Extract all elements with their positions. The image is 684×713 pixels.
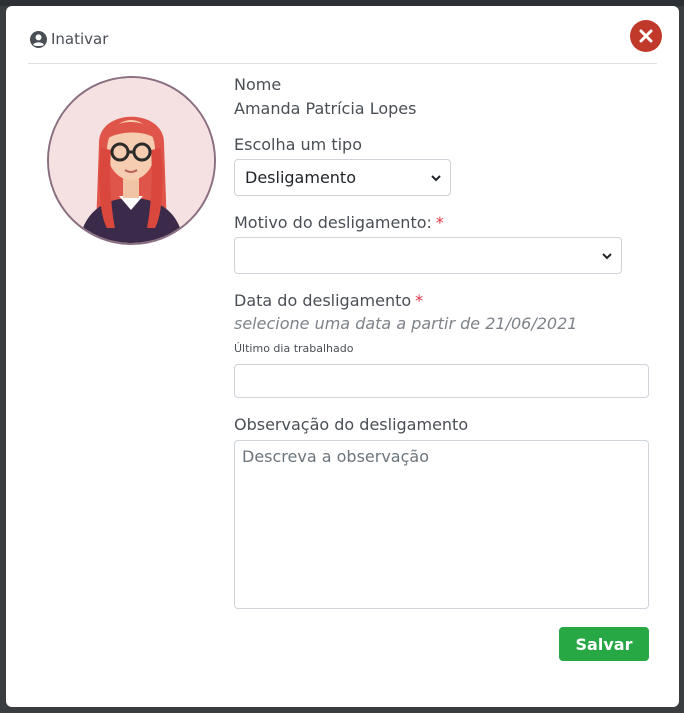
name-label: Nome [234, 75, 282, 94]
date-label-text: Data do desligamento [234, 291, 412, 310]
reason-label-text: Motivo do desligamento: [234, 213, 432, 232]
date-label: Data do desligamento * [234, 291, 423, 310]
required-marker: * [435, 213, 444, 232]
save-button[interactable]: Salvar [559, 627, 649, 661]
note-textarea[interactable]: Descreva a observação [234, 440, 649, 609]
last-day-input[interactable] [234, 364, 649, 398]
note-label: Observação do desligamento [234, 415, 469, 434]
name-value: Amanda Patrícia Lopes [234, 99, 417, 118]
required-marker: * [415, 291, 424, 310]
note-placeholder: Descreva a observação [242, 447, 429, 466]
user-circle-icon [30, 30, 47, 48]
close-button[interactable] [630, 20, 662, 52]
modal-header: Inativar [28, 30, 657, 64]
reason-select[interactable] [234, 237, 622, 274]
modal-title-text: Inativar [51, 30, 109, 48]
date-hint: selecione uma data a partir de 21/06/202… [234, 314, 578, 333]
avatar [47, 76, 216, 245]
type-select[interactable]: Desligamento [234, 159, 451, 196]
type-label: Escolha um tipo [234, 135, 362, 154]
type-select-value: Desligamento [245, 168, 356, 187]
last-day-label: Último dia trabalhado [234, 342, 354, 355]
close-icon [639, 29, 653, 43]
modal-title: Inativar [30, 30, 108, 48]
reason-label: Motivo do desligamento: * [234, 213, 444, 232]
chevron-down-icon [602, 253, 612, 260]
inactivate-modal: Inativar Nome Amanda Patrícia Lopes Esco… [6, 6, 679, 707]
chevron-down-icon [431, 175, 441, 182]
